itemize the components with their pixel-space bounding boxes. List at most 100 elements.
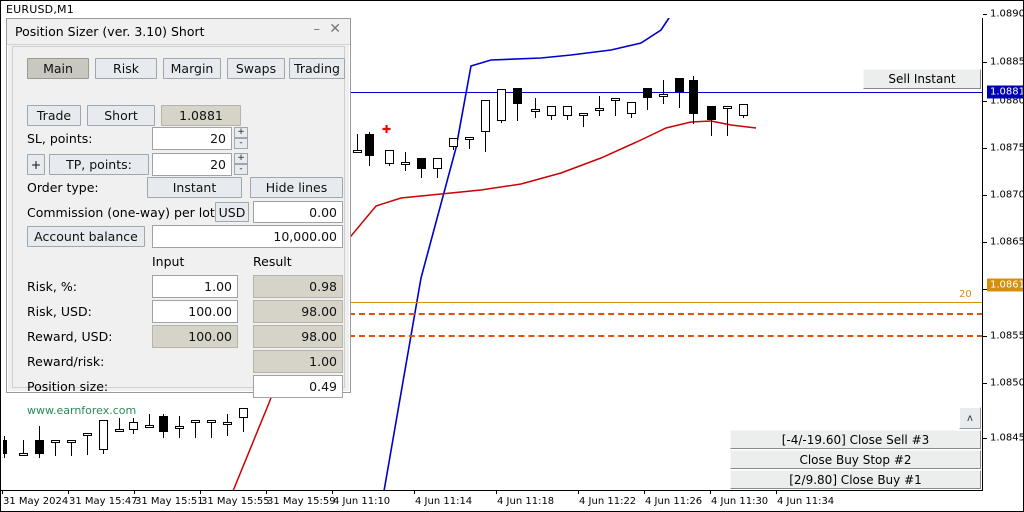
candle (223, 414, 232, 436)
risk-usd-result: 98.00 (253, 300, 343, 323)
time-tick-label: 4 Jun 11:30 (711, 496, 768, 507)
close-buy-stop-2-button[interactable]: Close Buy Stop #2 (730, 450, 981, 469)
price-tick-label: 1.0865 (990, 237, 1024, 248)
price-tick-label: 1.0870 (990, 190, 1024, 201)
candle (417, 158, 426, 178)
reward-usd-result: 98.00 (253, 325, 343, 348)
candle (207, 420, 216, 438)
commission-label: Commission (one-way) per lot: (27, 205, 219, 220)
candle (51, 440, 60, 456)
account-balance-input[interactable]: 10,000.00 (152, 225, 343, 248)
panel-body: Main Risk Margin Swaps Trading Trade Sho… (12, 46, 345, 388)
sl-stepper-up[interactable]: + (234, 127, 248, 138)
candle (531, 98, 540, 118)
candle (595, 96, 604, 116)
candle (35, 426, 44, 458)
sl-points-stepper[interactable]: + - (234, 127, 248, 150)
mt-chart-window: EURUSD,M1 ✚ (0, 0, 1024, 512)
commission-currency-button[interactable]: USD (215, 202, 249, 222)
tab-swaps[interactable]: Swaps (227, 58, 285, 79)
candle (365, 132, 374, 166)
reward-usd-label: Reward, USD: (27, 329, 112, 344)
time-tick-label: 31 May 15:55 (201, 496, 270, 507)
time-tick-label: 4 Jun 11:26 (645, 496, 702, 507)
website-link[interactable]: www.earnforex.com (27, 404, 136, 417)
minimize-icon[interactable]: – (314, 23, 321, 37)
panel-title-text: Position Sizer (ver. 3.10) Short (15, 24, 205, 39)
sl-points-label: SL, points: (27, 131, 92, 146)
price-tick-label: 1.0845 (990, 433, 1024, 444)
reward-risk-result: 1.00 (253, 350, 343, 373)
entry-arrow-marker: ✚ (382, 124, 391, 135)
price-axis[interactable]: 1.0890 1.0885 1.0880 1.0875 1.0870 1.086… (983, 1, 1024, 491)
tp-points-stepper[interactable]: + - (234, 153, 248, 176)
close-icon[interactable]: ✕ (329, 21, 341, 37)
order-type-label: Order type: (27, 180, 99, 195)
candle (175, 416, 184, 438)
candle (497, 89, 506, 123)
chart-scroll-up-button[interactable]: ʌ (959, 407, 981, 429)
hide-lines-button[interactable]: Hide lines (250, 177, 343, 198)
position-sizer-panel[interactable]: Position Sizer (ver. 3.10) Short – ✕ Mai… (6, 18, 351, 393)
tab-trading[interactable]: Trading (289, 58, 345, 79)
tp-points-input[interactable]: 20 (152, 153, 232, 176)
take-profit-line (349, 302, 983, 303)
candle (99, 420, 108, 454)
risk-percent-input[interactable]: 1.00 (152, 275, 238, 298)
risk-usd-input[interactable]: 100.00 (152, 300, 238, 323)
level-price-label: 1.0861 (987, 279, 1024, 292)
candle (513, 88, 522, 121)
commission-input[interactable]: 0.00 (253, 201, 343, 223)
trade-button[interactable]: Trade (27, 105, 81, 126)
candle (707, 106, 716, 136)
price-tick-label: 1.0885 (990, 57, 1024, 68)
time-tick-label: 31 May 15:59 (267, 496, 336, 507)
close-sell-3-button[interactable]: [-4/-19.60] Close Sell #3 (730, 430, 981, 449)
time-tick-label: 31 May 2024 (3, 496, 68, 507)
reward-risk-label: Reward/risk: (27, 354, 104, 369)
candle (83, 433, 92, 455)
panel-title-bar[interactable]: Position Sizer (ver. 3.10) Short – ✕ (7, 19, 350, 45)
candle (401, 152, 410, 171)
candle (145, 414, 154, 428)
risk-usd-label: Risk, USD: (27, 304, 92, 319)
candle (611, 98, 620, 116)
sl-points-input[interactable]: 20 (152, 127, 232, 150)
time-tick-label: 4 Jun 11:22 (579, 496, 636, 507)
direction-button[interactable]: Short (87, 105, 155, 126)
candle (129, 418, 138, 434)
close-buy-1-button[interactable]: [2/9.80] Close Buy #1 (730, 470, 981, 489)
candle (689, 76, 698, 124)
tab-risk[interactable]: Risk (95, 58, 157, 79)
time-tick-label: 31 May 15:47 (69, 496, 138, 507)
tp-stepper-down[interactable]: - (234, 164, 248, 175)
price-tick-label: 1.0855 (990, 331, 1024, 342)
price-tick-label: 1.0890 (990, 9, 1024, 20)
candle (627, 102, 636, 118)
order-type-button[interactable]: Instant (147, 177, 242, 198)
candle (433, 158, 442, 178)
tab-margin[interactable]: Margin (163, 58, 221, 79)
time-tick-label: 4 Jun 11:34 (777, 496, 834, 507)
candle (449, 138, 458, 150)
candle (159, 414, 168, 438)
candle (19, 440, 28, 456)
tp-add-button[interactable]: + (27, 154, 45, 175)
candle (659, 80, 668, 104)
tab-main[interactable]: Main (27, 58, 89, 79)
sl-stepper-down[interactable]: - (234, 138, 248, 149)
time-axis-line (1, 490, 983, 491)
candle (723, 106, 732, 136)
sell-instant-button[interactable]: Sell Instant (863, 69, 981, 89)
candle (239, 408, 248, 432)
candle (353, 134, 362, 152)
tp-stepper-up[interactable]: + (234, 153, 248, 164)
position-size-result: 0.49 (253, 375, 343, 398)
stop-loss-line-upper (349, 313, 983, 315)
entry-price-display[interactable]: 1.0881 (161, 105, 241, 126)
candle (675, 78, 684, 108)
reward-usd-input[interactable]: 100.00 (152, 325, 238, 348)
tp-points-label-button[interactable]: TP, points: (49, 154, 149, 175)
account-balance-button[interactable]: Account balance (27, 226, 145, 247)
time-tick-label: 31 May 15:51 (135, 496, 204, 507)
